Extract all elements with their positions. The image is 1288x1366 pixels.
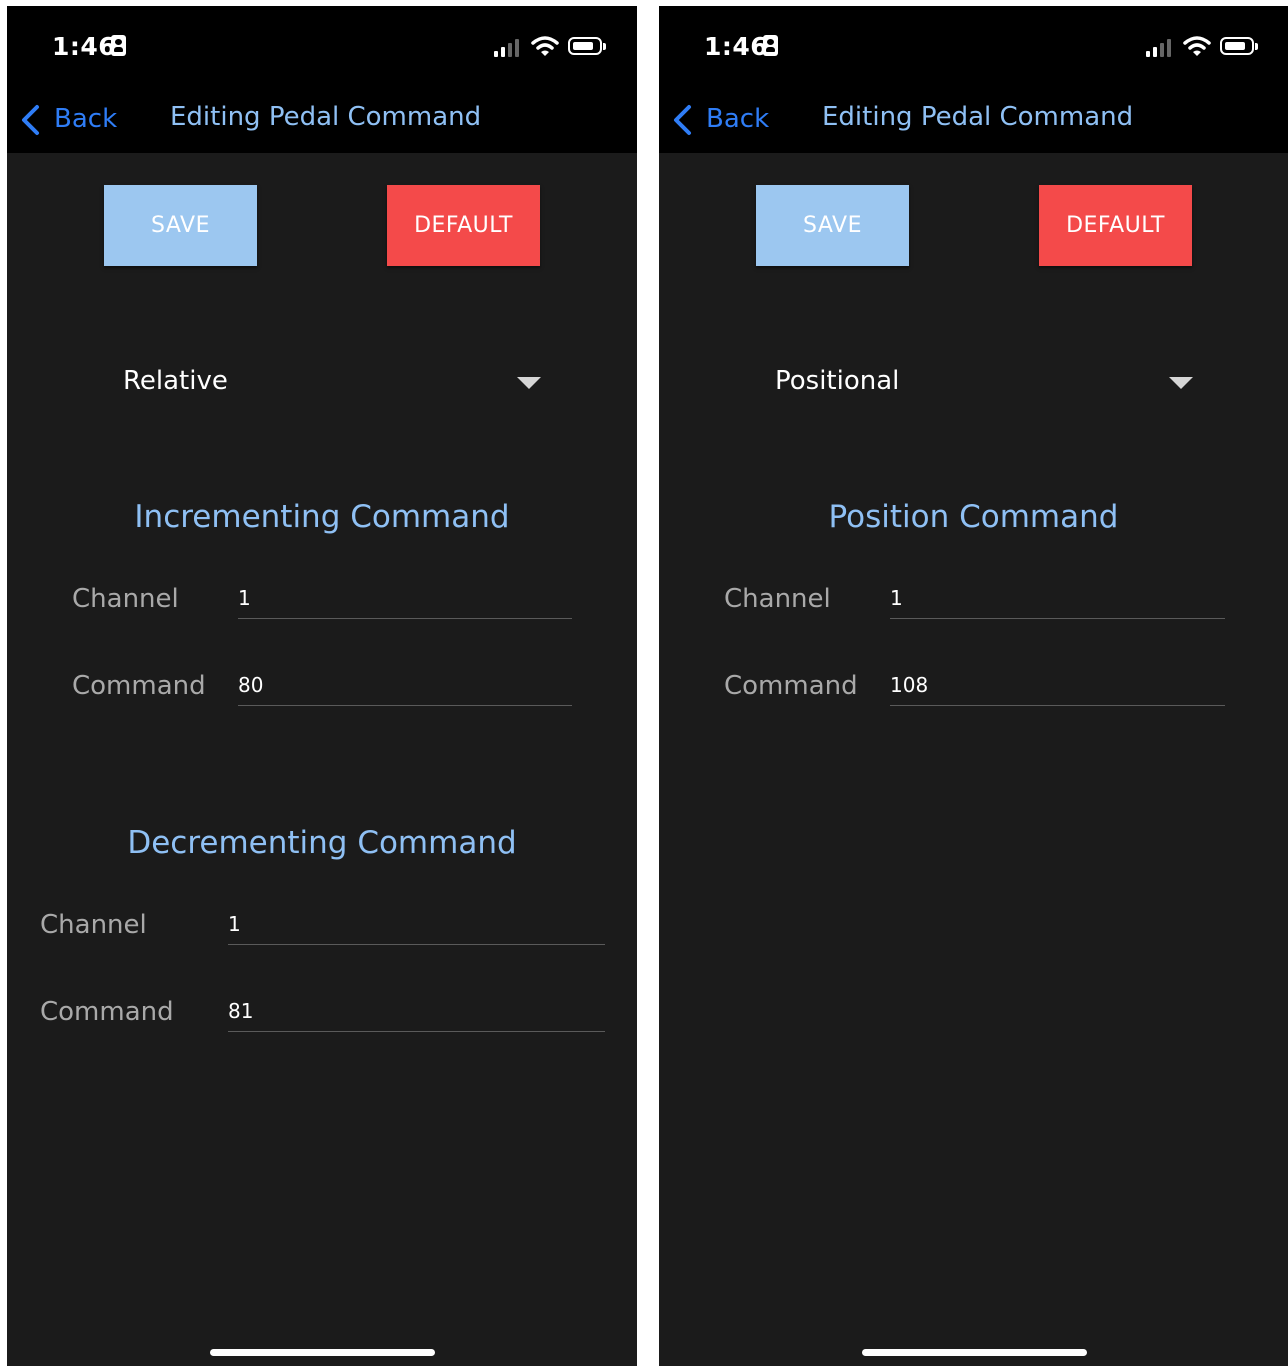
cellular-signal-icon bbox=[494, 37, 522, 57]
default-button[interactable]: DEFAULT bbox=[1039, 185, 1192, 266]
phone-screen-relative: 1:46 Back Editing Pedal Command SAVE DEF… bbox=[7, 6, 637, 1366]
page-title: Editing Pedal Command bbox=[822, 102, 1134, 132]
position-section-title: Position Command bbox=[828, 499, 1119, 535]
save-button[interactable]: SAVE bbox=[104, 185, 257, 266]
incrementing-section-title: Incrementing Command bbox=[134, 499, 510, 535]
incrementing-command-label: Command bbox=[72, 671, 206, 701]
save-button[interactable]: SAVE bbox=[756, 185, 909, 266]
position-command-label: Command bbox=[724, 671, 858, 701]
position-channel-label: Channel bbox=[724, 584, 831, 614]
decrementing-command-label: Command bbox=[40, 997, 174, 1027]
chevron-left-icon bbox=[674, 105, 691, 135]
position-channel-input[interactable] bbox=[890, 577, 1225, 619]
dropdown-arrow-icon bbox=[1169, 377, 1193, 389]
decrementing-channel-input[interactable] bbox=[228, 903, 605, 945]
decrementing-section-title: Decrementing Command bbox=[127, 825, 517, 861]
decrementing-command-input[interactable] bbox=[228, 990, 605, 1032]
mode-dropdown[interactable]: Relative bbox=[123, 356, 543, 412]
incrementing-channel-label: Channel bbox=[72, 584, 179, 614]
navigation-bar: Back Editing Pedal Command bbox=[7, 86, 637, 153]
wifi-icon bbox=[531, 36, 559, 56]
battery-icon bbox=[568, 37, 606, 55]
incrementing-command-input[interactable] bbox=[238, 664, 572, 706]
status-time: 1:46 bbox=[704, 32, 769, 61]
status-time: 1:46 bbox=[52, 32, 117, 61]
contact-badge-icon bbox=[763, 35, 778, 56]
chevron-left-icon bbox=[22, 105, 39, 135]
default-button[interactable]: DEFAULT bbox=[387, 185, 540, 266]
page-title: Editing Pedal Command bbox=[170, 102, 482, 132]
phone-screen-positional: 1:46 Back Editing Pedal Command SAVE DEF… bbox=[659, 6, 1288, 1366]
position-command-input[interactable] bbox=[890, 664, 1225, 706]
status-bar: 1:46 bbox=[7, 6, 637, 86]
navigation-bar: Back Editing Pedal Command bbox=[659, 86, 1288, 153]
incrementing-channel-input[interactable] bbox=[238, 577, 572, 619]
mode-dropdown[interactable]: Positional bbox=[775, 356, 1195, 412]
decrementing-channel-label: Channel bbox=[40, 910, 147, 940]
back-label: Back bbox=[706, 104, 770, 134]
back-label: Back bbox=[54, 104, 118, 134]
contact-badge-icon bbox=[111, 35, 126, 56]
home-indicator[interactable] bbox=[862, 1349, 1087, 1356]
status-bar: 1:46 bbox=[659, 6, 1288, 86]
wifi-icon bbox=[1183, 36, 1211, 56]
mode-dropdown-value: Positional bbox=[775, 366, 900, 396]
cellular-signal-icon bbox=[1146, 37, 1174, 57]
mode-dropdown-value: Relative bbox=[123, 366, 228, 396]
home-indicator[interactable] bbox=[210, 1349, 435, 1356]
battery-icon bbox=[1220, 37, 1258, 55]
dropdown-arrow-icon bbox=[517, 377, 541, 389]
